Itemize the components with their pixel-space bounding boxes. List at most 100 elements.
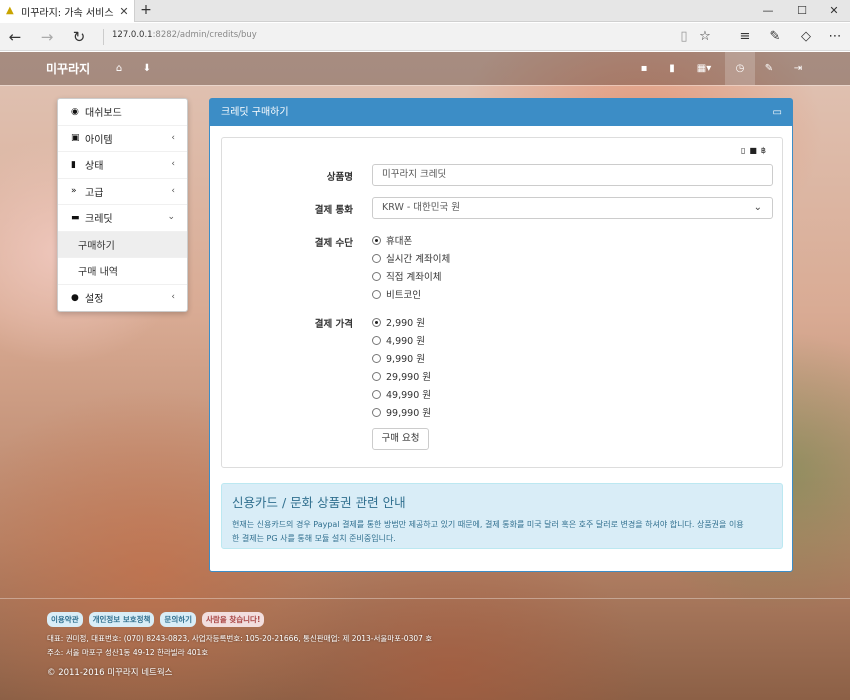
radio-button[interactable] — [372, 317, 381, 327]
company-address: 주소: 서울 마포구 성산1동 49-12 한라빌라 401호 — [47, 648, 209, 657]
buy-credits-panel: 크레딧 구매하기 ▭ ▯■฿ 상품명 미꾸라지 크레딧 결제 통화 KRW - … — [209, 98, 793, 572]
radio-button[interactable] — [372, 271, 381, 281]
file-icon[interactable]: ▮ — [661, 58, 683, 80]
address-separator — [103, 29, 104, 45]
forward-button[interactable]: → — [36, 26, 58, 48]
radio-button[interactable] — [372, 253, 381, 263]
sidebar-item-settings[interactable]: ● 설정 ‹ — [58, 285, 187, 312]
reading-view-icon[interactable]: ▯ — [673, 26, 695, 48]
url-path: :8282/admin/credits/buy — [152, 30, 257, 40]
price-radio-2990[interactable]: 2,990 원 — [372, 315, 425, 329]
radio-label: 99,990 원 — [386, 408, 432, 419]
sidebar-item-label: 고급 — [85, 187, 104, 199]
sidebar-menu: ◉ 대쉬보드 ▣ 아이템 ‹ ▮ 상태 ‹ » 고급 ‹ ▬ 크레딧 ⌄ 구매하… — [57, 98, 188, 312]
comment-icon[interactable]: ▪ — [633, 58, 655, 80]
radio-label: 29,990 원 — [386, 372, 432, 383]
web-note-icon[interactable]: ✎ — [764, 26, 786, 48]
sidebar-item-items[interactable]: ▣ 아이템 ‹ — [58, 126, 187, 152]
download-icon[interactable]: ⬇ — [136, 58, 158, 80]
user-icon: ● — [71, 292, 79, 303]
grid-menu-icon[interactable]: ▦▾ — [690, 58, 718, 80]
hub-icon[interactable]: ≡ — [734, 26, 756, 48]
clock-icon[interactable]: ◷ — [725, 52, 755, 85]
share-icon[interactable]: ◇ — [795, 26, 817, 48]
method-radio-direct-transfer[interactable]: 직접 계좌이체 — [372, 269, 441, 283]
panel-title: 크레딧 구매하기 — [221, 107, 289, 118]
radio-button[interactable] — [372, 235, 381, 245]
contact-link[interactable]: 문의하기 — [160, 612, 197, 627]
sidebar-item-advanced[interactable]: » 고급 ‹ — [58, 179, 187, 205]
site-navbar: 미꾸라지 ⌂ ⬇ ▪ ▮ ▦▾ ◷ ✎ ⇥ — [0, 52, 850, 85]
chevron-down-icon: ⌄ — [167, 212, 175, 222]
price-radio-99990[interactable]: 99,990 원 — [372, 405, 431, 419]
notice-text-line2: 한 결제는 PG 사를 통해 모듈 설치 준비중입니다. — [232, 534, 396, 543]
site-brand[interactable]: 미꾸라지 — [46, 60, 90, 77]
recruit-link[interactable]: 사람을 찾습니다! — [202, 612, 265, 627]
sidebar-item-status[interactable]: ▮ 상태 ‹ — [58, 152, 187, 179]
sidebar-item-credits[interactable]: ▬ 크레딧 ⌄ — [58, 205, 187, 232]
close-window-button[interactable]: ✕ — [818, 0, 850, 22]
currency-select[interactable]: KRW - 대한민국 원 ⌄ — [372, 197, 773, 219]
sidebar-subitem-buy[interactable]: 구매하기 — [58, 231, 187, 258]
price-radio-9990[interactable]: 9,990 원 — [372, 351, 425, 365]
purchase-form: ▯■฿ 상품명 미꾸라지 크레딧 결제 통화 KRW - 대한민국 원 ⌄ 결제… — [221, 137, 783, 468]
home-icon[interactable]: ⌂ — [108, 58, 130, 80]
terms-link[interactable]: 이용약관 — [47, 612, 83, 627]
url-field[interactable]: 127.0.0.1:8282/admin/credits/buy — [112, 30, 257, 40]
browser-address-bar: ← → ↻ 127.0.0.1:8282/admin/credits/buy ▯… — [0, 23, 850, 51]
company-info: 대표: 권미정, 대표번호: (070) 8243-0823, 사업자등록번호:… — [47, 634, 433, 643]
back-button[interactable]: ← — [4, 26, 26, 48]
radio-button[interactable] — [372, 289, 381, 299]
radio-button[interactable] — [372, 353, 381, 363]
radio-button[interactable] — [372, 389, 381, 399]
currency-selected-value: KRW - 대한민국 원 — [382, 202, 461, 213]
price-radio-29990[interactable]: 29,990 원 — [372, 369, 431, 383]
more-icon[interactable]: ⋯ — [824, 26, 846, 48]
copyright: © 2011-2016 미꾸라지 네트웍스 — [47, 668, 173, 678]
sidebar-item-label: 설정 — [85, 294, 104, 306]
payment-method-icons: ▯■฿ — [741, 146, 770, 155]
sidebar-item-dashboard[interactable]: ◉ 대쉬보드 — [58, 99, 187, 126]
radio-button[interactable] — [372, 407, 381, 417]
privacy-link[interactable]: 개인정보 보호정책 — [88, 612, 155, 627]
panel-header: 크레딧 구매하기 ▭ — [210, 99, 792, 126]
page-background: 미꾸라지 ⌂ ⬇ ▪ ▮ ▦▾ ◷ ✎ ⇥ ◉ 대쉬보드 ▣ 아이템 ‹ ▮ 상… — [0, 52, 850, 700]
radio-button[interactable] — [372, 335, 381, 345]
currency-label: 결제 통화 — [314, 205, 353, 216]
url-host: 127.0.0.1 — [112, 30, 153, 40]
logout-icon[interactable]: ⇥ — [787, 58, 809, 80]
radio-label: 휴대폰 — [386, 236, 413, 247]
minimize-button[interactable]: — — [752, 0, 784, 22]
product-label: 상품명 — [326, 172, 353, 183]
close-tab-icon[interactable]: ✕ — [117, 5, 131, 18]
favorite-star-icon[interactable]: ☆ — [694, 26, 716, 48]
credit-card-icon: ▬ — [71, 212, 80, 223]
credit-card-icon: ▭ — [772, 107, 782, 118]
purchase-request-button[interactable]: 구매 요청 — [372, 428, 429, 450]
method-radio-mobile[interactable]: 휴대폰 — [372, 233, 412, 247]
footer-divider — [0, 598, 850, 599]
pencil-icon[interactable]: ✎ — [758, 58, 780, 80]
radio-label: 49,990 원 — [386, 390, 432, 401]
new-tab-button[interactable]: + — [138, 2, 154, 18]
method-radio-realtime-transfer[interactable]: 실시간 계좌이체 — [372, 251, 450, 265]
gift-icon: ▣ — [71, 133, 80, 144]
sidebar-subitem-history[interactable]: 구매 내역 — [58, 258, 187, 285]
maximize-button[interactable]: ☐ — [786, 0, 818, 22]
browser-tab[interactable]: ▲ 미꾸라지: 가속 서비스 ✕ — [0, 0, 135, 22]
radio-label: 실시간 계좌이체 — [386, 254, 451, 265]
price-radio-4990[interactable]: 4,990 원 — [372, 333, 425, 347]
chevron-left-icon: ‹ — [171, 132, 175, 143]
radio-button[interactable] — [372, 371, 381, 381]
price-radio-49990[interactable]: 49,990 원 — [372, 387, 431, 401]
navbar-divider — [0, 85, 850, 86]
bar-chart-icon: ▮ — [71, 159, 76, 170]
site-favicon-icon: ▲ — [6, 5, 14, 16]
bitcoin-icon: ฿ — [760, 146, 770, 155]
sidebar-item-label: 아이템 — [85, 134, 113, 146]
method-radio-bitcoin[interactable]: 비트코인 — [372, 287, 421, 301]
refresh-button[interactable]: ↻ — [68, 26, 90, 48]
sidebar-item-label: 크레딧 — [85, 214, 113, 226]
chevron-left-icon: ‹ — [171, 291, 175, 302]
product-name-field[interactable]: 미꾸라지 크레딧 — [372, 164, 773, 186]
